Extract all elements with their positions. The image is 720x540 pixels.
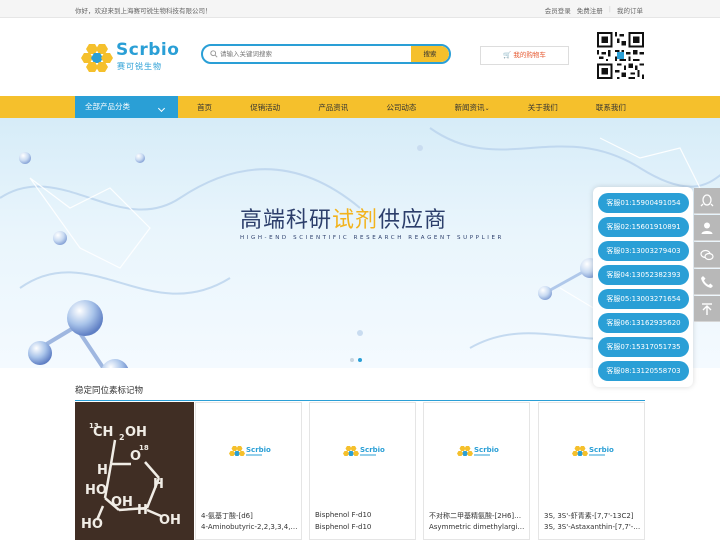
product-image: Scrbio bbox=[424, 403, 529, 505]
nav-item-product-info[interactable]: 产品资讯 bbox=[318, 102, 348, 113]
section-divider bbox=[75, 400, 645, 401]
scrbio-logo-icon: Scrbio bbox=[572, 446, 614, 456]
section-title: 稳定同位素标记物 bbox=[75, 386, 144, 396]
product-name-en: Asymmetric dimethylarginine-[2H6] HCl bbox=[429, 523, 527, 531]
product-name-cn: 4-氨基丁酸-[d6] bbox=[201, 512, 253, 520]
svg-text:OH: OH bbox=[125, 425, 147, 440]
carousel-dot[interactable] bbox=[350, 358, 354, 362]
side-qq-button[interactable] bbox=[694, 188, 720, 214]
product-card[interactable]: Scrbio 不对称二甲基精氨酸-[2H6]盐酸盐 Asymmetric dim… bbox=[423, 402, 530, 540]
svg-text:Scrbio: Scrbio bbox=[474, 446, 499, 454]
product-image: Scrbio bbox=[310, 403, 415, 505]
product-image: Scrbio bbox=[196, 403, 301, 505]
svg-text:13: 13 bbox=[89, 422, 99, 430]
login-link[interactable]: 会员登录 bbox=[545, 5, 571, 15]
top-bar: 你好，欢迎来到上海赛可锐生物科技有限公司！ 会员登录 免费注册 | 我的订单 bbox=[0, 0, 720, 18]
product-name-en: 3S, 3S'-Astaxanthin-[7,7'-13C2] bbox=[544, 523, 642, 531]
top-links: 会员登录 免费注册 | 我的订单 bbox=[545, 5, 643, 15]
banner-subtitle: HIGH-END SCIENTIFIC RESEARCH REAGENT SUP… bbox=[240, 235, 504, 241]
svg-text:H: H bbox=[97, 463, 108, 478]
cart-label: 我的购物车 bbox=[513, 51, 546, 59]
divider: | bbox=[608, 5, 611, 13]
chalkboard-molecule-image: CH 2 OH 13 18 H O HO H OH H HO OH bbox=[75, 402, 194, 540]
search-icon bbox=[210, 50, 218, 58]
banner-title-highlight: 试剂 bbox=[332, 208, 379, 233]
svg-text:Scrbio: Scrbio bbox=[246, 446, 271, 454]
chevron-down-icon bbox=[157, 104, 166, 113]
nav-item-promotions[interactable]: 促销活动 bbox=[250, 102, 280, 113]
service-button[interactable]: 客服07:15317051735 bbox=[598, 337, 689, 357]
product-name-cn: 不对称二甲基精氨酸-[2H6]盐酸盐 bbox=[429, 512, 527, 520]
logo-brand: Scrbio bbox=[116, 40, 180, 60]
svg-text:2: 2 bbox=[119, 433, 125, 442]
product-card[interactable]: Scrbio Bisphenol F-d10 Bisphenol F-d10 bbox=[309, 402, 416, 540]
qr-code-image bbox=[597, 32, 644, 79]
search-input[interactable] bbox=[220, 46, 410, 62]
service-button[interactable]: 客服06:13162935620 bbox=[598, 313, 689, 333]
main-nav: 全部产品分类 首页 促销活动 产品资讯 公司动态 新闻资讯⌄ 关于我们 联系我们 bbox=[0, 96, 720, 118]
search-button[interactable]: 搜索 bbox=[411, 46, 449, 62]
nav-item-contact[interactable]: 联系我们 bbox=[596, 102, 626, 113]
nav-item-news-label: 新闻资讯 bbox=[454, 102, 485, 112]
carousel-dots bbox=[350, 358, 362, 362]
service-button[interactable]: 客服05:13003271654 bbox=[598, 289, 689, 309]
svg-text:H: H bbox=[137, 503, 148, 518]
welcome-text: 你好，欢迎来到上海赛可锐生物科技有限公司！ bbox=[75, 7, 212, 15]
svg-text:OH: OH bbox=[159, 513, 181, 528]
logo-chinese-name: 赛可锐生物 bbox=[117, 62, 162, 71]
site-logo[interactable]: Scrbio 赛可锐生物 bbox=[80, 40, 180, 76]
all-categories-menu[interactable]: 全部产品分类 bbox=[75, 96, 178, 118]
nav-item-news[interactable]: 新闻资讯⌄ bbox=[455, 102, 490, 113]
logo-hexagon-icon bbox=[81, 44, 113, 72]
chevron-down-icon: ⌄ bbox=[484, 104, 490, 112]
side-user-button[interactable] bbox=[694, 215, 720, 241]
side-back-to-top-button[interactable] bbox=[694, 296, 720, 322]
qq-icon bbox=[700, 194, 714, 207]
product-name-en: 4-Aminobutyric-2,2,3,3,4,4-d6 Acid bbox=[201, 523, 299, 531]
side-wechat-button[interactable] bbox=[694, 242, 720, 268]
wechat-icon bbox=[700, 249, 714, 261]
nav-items: 首页 促销活动 产品资讯 公司动态 新闻资讯⌄ 关于我们 联系我们 bbox=[178, 96, 645, 118]
nav-item-company-news[interactable]: 公司动态 bbox=[386, 102, 416, 113]
all-categories-label: 全部产品分类 bbox=[85, 102, 130, 111]
phone-icon bbox=[701, 276, 713, 288]
search-box: 搜索 bbox=[201, 44, 451, 64]
orders-link[interactable]: 我的订单 bbox=[617, 5, 643, 15]
banner-title-part-a: 高端科研 bbox=[240, 208, 333, 233]
header: Scrbio 赛可锐生物 搜索 🛒 我的购物车 bbox=[0, 18, 720, 96]
user-icon bbox=[701, 222, 713, 234]
svg-text:Scrbio: Scrbio bbox=[589, 446, 614, 454]
scrbio-logo-icon: Scrbio bbox=[229, 446, 271, 456]
svg-text:HO: HO bbox=[81, 517, 103, 532]
svg-text:O: O bbox=[130, 449, 141, 464]
nav-item-home[interactable]: 首页 bbox=[197, 102, 212, 113]
scrbio-logo-icon: Scrbio bbox=[457, 446, 499, 456]
side-phone-button[interactable] bbox=[694, 269, 720, 295]
service-button[interactable]: 客服01:15900491054 bbox=[598, 193, 689, 213]
service-button[interactable]: 客服08:13120558703 bbox=[598, 361, 689, 381]
svg-text:OH: OH bbox=[111, 495, 133, 510]
svg-text:HO: HO bbox=[85, 483, 107, 498]
register-link[interactable]: 免费注册 bbox=[577, 5, 603, 15]
nav-item-about[interactable]: 关于我们 bbox=[528, 102, 558, 113]
back-to-top-icon bbox=[702, 303, 712, 315]
banner-title-part-c: 供应商 bbox=[378, 208, 448, 233]
service-button[interactable]: 客服02:15601910891 bbox=[598, 217, 689, 237]
scrbio-logo-icon: Scrbio bbox=[343, 446, 385, 456]
product-image: Scrbio bbox=[539, 403, 644, 505]
product-name-cn: Bisphenol F-d10 bbox=[315, 511, 372, 519]
banner-title: 高端科研试剂供应商 bbox=[240, 202, 447, 234]
cart-button[interactable]: 🛒 我的购物车 bbox=[480, 46, 569, 65]
service-button[interactable]: 客服04:13052382393 bbox=[598, 265, 689, 285]
service-button[interactable]: 客服03:13003279403 bbox=[598, 241, 689, 261]
cart-icon: 🛒 bbox=[503, 51, 512, 59]
carousel-dot-active[interactable] bbox=[358, 358, 362, 362]
svg-text:Scrbio: Scrbio bbox=[360, 446, 385, 454]
section-feature-image[interactable]: CH 2 OH 13 18 H O HO H OH H HO OH bbox=[75, 402, 194, 540]
product-card[interactable]: Scrbio 4-氨基丁酸-[d6] 4-Aminobutyric-2,2,3,… bbox=[195, 402, 302, 540]
product-card[interactable]: Scrbio 3S, 3S'-虾青素-[7,7'-13C2] 3S, 3S'-A… bbox=[538, 402, 645, 540]
product-name-cn: 3S, 3S'-虾青素-[7,7'-13C2] bbox=[544, 512, 634, 520]
product-name-en: Bisphenol F-d10 bbox=[315, 523, 372, 531]
